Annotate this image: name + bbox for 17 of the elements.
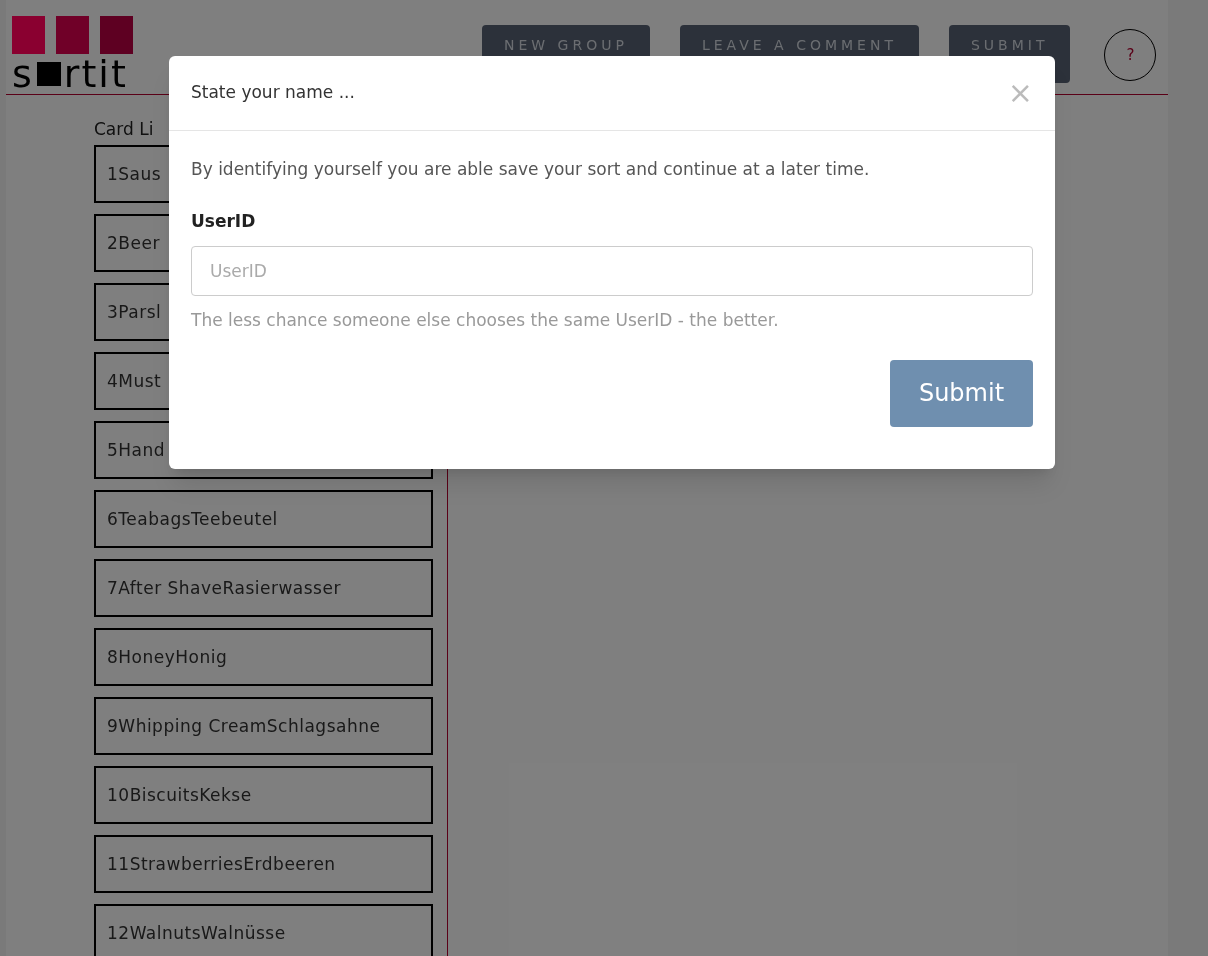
logo-text: rtit [63, 54, 128, 94]
intro-text: By identifying yourself you are able save your sort and continue at a later time. [191, 158, 871, 181]
card[interactable]: 8HoneyHonig [94, 627, 433, 686]
card[interactable]: 7After ShaveRasierwasser [94, 558, 433, 617]
card[interactable]: 10BiscuitsKekse [94, 765, 433, 824]
modal-title: State your name ... [191, 81, 355, 105]
card[interactable]: 9Whipping CreamSchlagsahne [94, 696, 433, 755]
userid-input[interactable]: UserID [191, 246, 1033, 296]
help-text: The less chance someone else chooses the same UserID - the better. [191, 309, 780, 332]
card-list-title: Card Li [94, 118, 155, 141]
logo-square-icon [36, 62, 61, 86]
field-label: UserID [191, 209, 257, 233]
logo-text: s [12, 54, 34, 94]
card[interactable]: 6TeabagsTeebeutel [94, 489, 433, 548]
submit-button[interactable]: Submit [890, 359, 1033, 427]
card[interactable]: 12WalnutsWalnüsse [94, 903, 433, 956]
card[interactable]: 11StrawberriesErdbeeren [94, 834, 433, 893]
